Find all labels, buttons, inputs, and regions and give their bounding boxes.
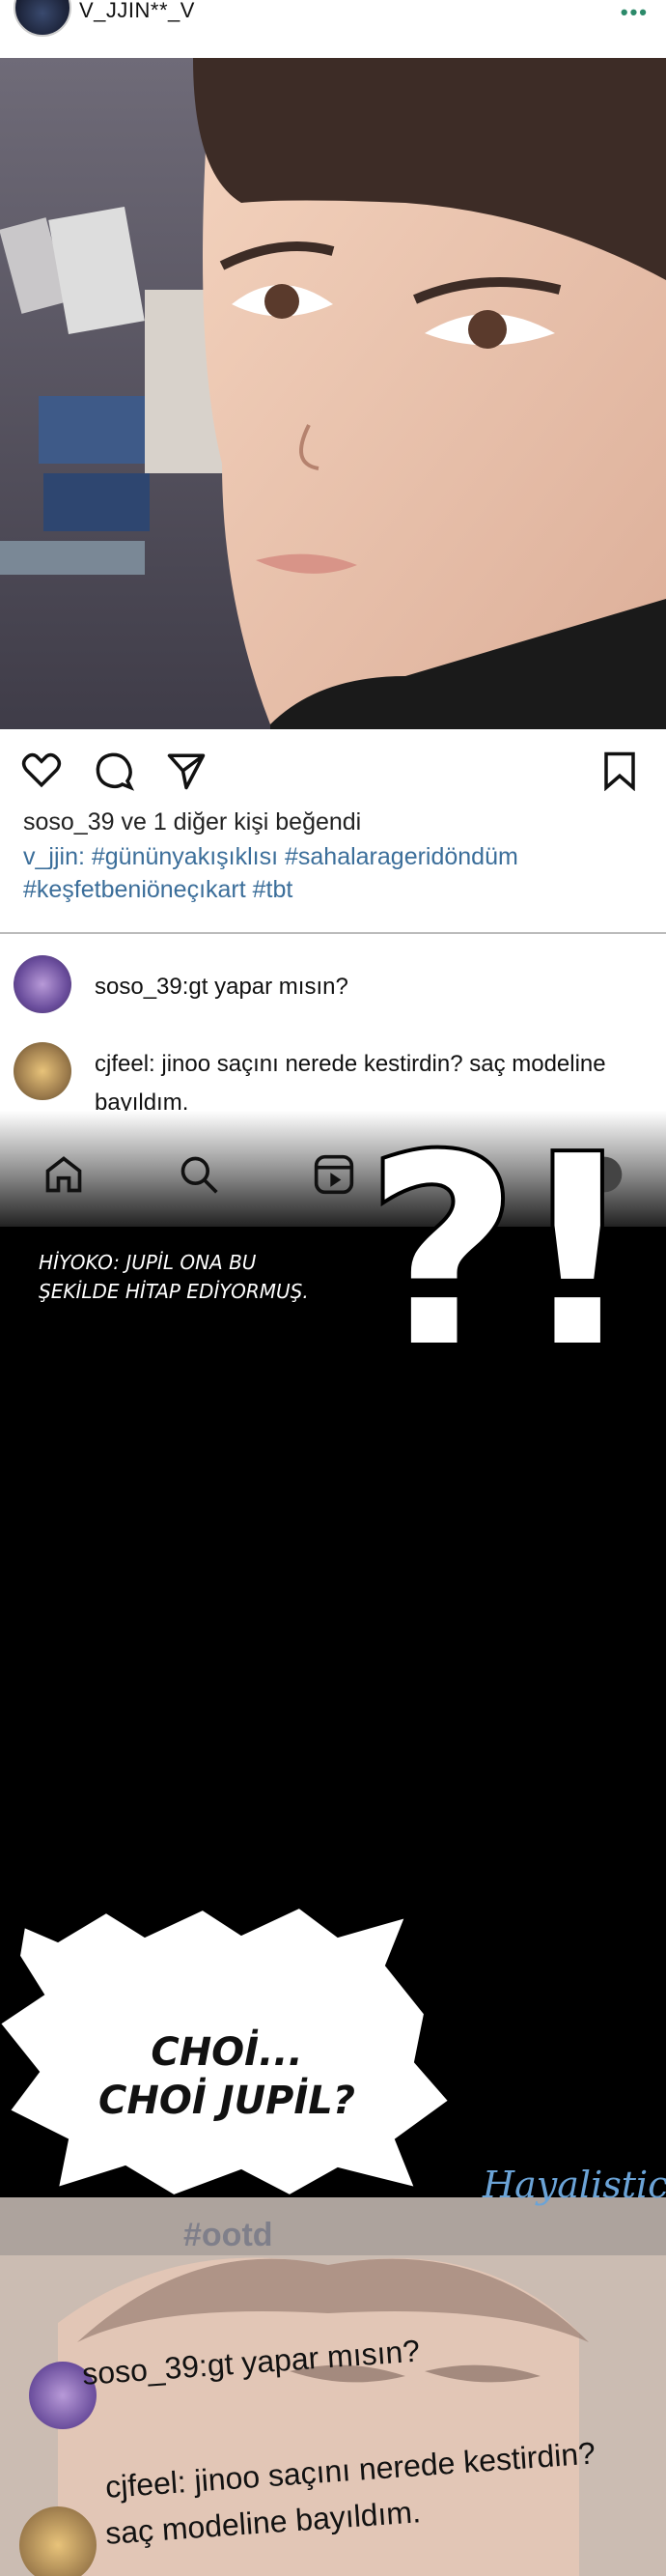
- comment-icon[interactable]: [94, 750, 134, 791]
- share-icon[interactable]: [166, 750, 207, 791]
- note-line-1: HİYOKO: JUPİL ONA BU: [39, 1251, 257, 1274]
- caption-tags[interactable]: #gününyakışıklısı #sahalarageridöndüm: [92, 843, 518, 870]
- watermark: Hayalistic: [483, 2164, 666, 2206]
- caption-user[interactable]: v_jjin:: [23, 843, 85, 870]
- more-options-icon[interactable]: •••: [621, 0, 649, 25]
- hashtag-text: #ootd: [183, 2217, 273, 2253]
- search-icon[interactable]: [178, 1153, 220, 1196]
- bubble-line-2: CHOİ JUPİL?: [98, 2079, 355, 2123]
- home-icon[interactable]: [42, 1153, 85, 1196]
- post-header: V_JJIN**_V •••: [0, 0, 666, 58]
- post-actions: soso_39 ve 1 diğer kişi beğendi v_jjin: …: [0, 729, 666, 932]
- reels-icon[interactable]: [313, 1153, 355, 1196]
- translator-note: HİYOKO: JUPİL ONA BU ŞEKİLDE HİTAP EDİYO…: [39, 1248, 309, 1306]
- caption-line-1: v_jjin: #gününyakışıklısı #sahalaragerid…: [23, 843, 518, 871]
- bubble-text: CHOİ... CHOİ JUPİL?: [0, 2028, 454, 2125]
- bookmark-icon[interactable]: [602, 750, 637, 791]
- comment-text-line-1: cjfeel: jinoo saçını nerede kestirdin? s…: [95, 1051, 606, 1077]
- username[interactable]: V_JJIN**_V: [79, 0, 195, 23]
- likes-text[interactable]: soso_39 ve 1 diğer kişi beğendi: [23, 808, 361, 836]
- avatar[interactable]: [14, 1042, 71, 1100]
- avatar[interactable]: [14, 0, 71, 37]
- caption-line-2[interactable]: #keşfetbeniöneçıkart #tbt: [23, 876, 292, 904]
- avatar[interactable]: [14, 955, 71, 1013]
- bubble-line-1: CHOİ...: [151, 2030, 303, 2075]
- portrait-illustration: [0, 58, 666, 729]
- bottom-panel: #ootd soso_39:gt yapar mısın? cjfeel: ji…: [0, 2197, 666, 2576]
- avatar: [19, 2506, 97, 2576]
- punctuation-text: ?!: [367, 1111, 637, 1362]
- note-line-2: ŞEKİLDE HİTAP EDİYORMUŞ.: [39, 1280, 309, 1303]
- post-photo: [0, 58, 666, 729]
- comment-text: soso_39:gt yapar mısın?: [95, 974, 348, 1000]
- heart-icon[interactable]: [21, 750, 62, 789]
- comment-list: soso_39:gt yapar mısın? cjfeel: jinoo sa…: [0, 934, 666, 1125]
- punctuation-art: ?!: [363, 1111, 637, 1362]
